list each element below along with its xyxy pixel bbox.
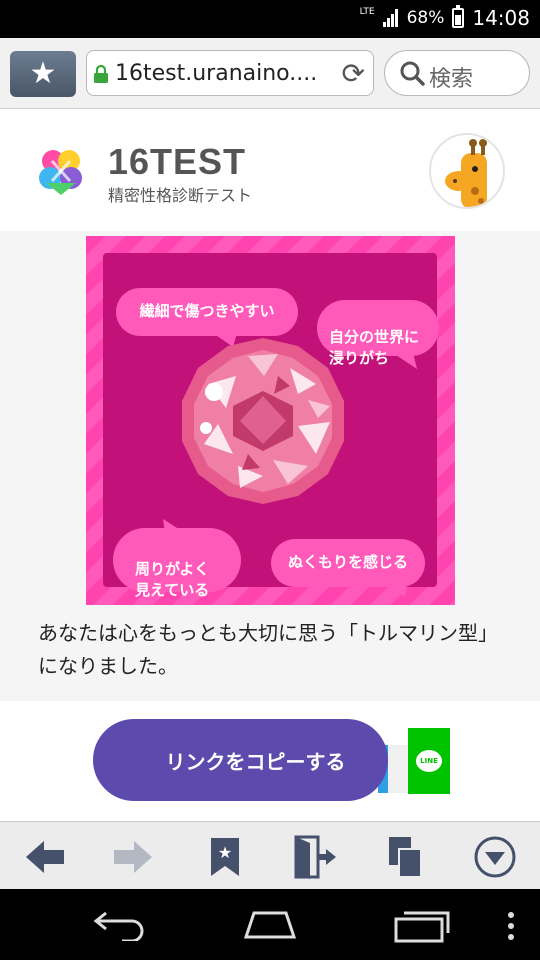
- trait-text-4: ぬくもりを感じる: [287, 553, 408, 571]
- site-title[interactable]: 16TEST: [108, 141, 246, 183]
- result-text: あなたは心をもっとも大切に思う「トルマリン型」になりました。: [38, 621, 498, 678]
- lock-icon: [94, 64, 108, 83]
- bookmark-star-button[interactable]: ★: [10, 51, 76, 97]
- svg-text:★: ★: [218, 843, 232, 862]
- url-text: 16test.uranaino....: [115, 61, 318, 86]
- result-content: 繊細で傷つきやすい 自分の世界に 浸りがち 周りがよく 見えている ぬくもりを感…: [0, 231, 540, 701]
- bookmark-icon: ★: [211, 838, 239, 876]
- signal-icon: [382, 9, 399, 27]
- line-icon: LINE: [416, 750, 442, 772]
- trait-bubble-1: 繊細で傷つきやすい: [116, 288, 298, 336]
- trait-bubble-3: 周りがよく 見えている: [113, 528, 241, 599]
- site-subtitle: 精密性格診断テスト: [108, 186, 253, 205]
- trait-bubble-4: ぬくもりを感じる: [271, 539, 425, 587]
- browser-bottom-bar: ★: [0, 821, 540, 890]
- home-icon[interactable]: [240, 907, 300, 941]
- result-image-panel: 繊細で傷つきやすい 自分の世界に 浸りがち 周りがよく 見えている ぬくもりを感…: [103, 253, 439, 599]
- exit-icon: [294, 835, 336, 879]
- copy-link-button[interactable]: リンクをコピーする: [93, 719, 388, 801]
- giraffe-icon: [445, 139, 487, 207]
- result-image: 繊細で傷つきやすい 自分の世界に 浸りがち 周りがよく 見えている ぬくもりを感…: [86, 236, 455, 605]
- back-icon[interactable]: [92, 907, 148, 941]
- battery-icon: [452, 5, 465, 28]
- site-header: 16TEST 精密性格診断テスト: [0, 109, 540, 231]
- exit-button[interactable]: [292, 834, 338, 880]
- site-logo[interactable]: [36, 147, 86, 197]
- status-bar: LTE 68% 14:08: [0, 0, 540, 38]
- menu-button[interactable]: [472, 834, 518, 880]
- share-area: LINE リンクをコピーする: [0, 701, 540, 821]
- forward-button[interactable]: [110, 834, 156, 880]
- tabs-button[interactable]: [382, 834, 428, 880]
- overflow-menu-icon[interactable]: [506, 911, 516, 941]
- system-nav-bar: [0, 889, 540, 960]
- giraffe-avatar[interactable]: [429, 133, 505, 209]
- recent-apps-icon[interactable]: [394, 907, 452, 943]
- back-arrow-icon: [26, 841, 64, 873]
- bubble-tail: [393, 353, 417, 369]
- bubble-tail: [163, 519, 185, 533]
- back-button[interactable]: [22, 834, 68, 880]
- browser-toolbar: ★ 16test.uranaino.... ⟳ 検索: [0, 38, 540, 109]
- star-icon: ★: [29, 56, 57, 91]
- menu-down-icon: [474, 836, 516, 878]
- url-bar[interactable]: 16test.uranaino.... ⟳: [86, 50, 374, 96]
- tourmaline-gem-icon: [182, 338, 344, 504]
- forward-arrow-icon: [114, 841, 152, 873]
- network-type: LTE: [359, 6, 375, 17]
- trait-text-3: 周りがよく 見えている: [135, 560, 210, 599]
- search-placeholder: 検索: [429, 67, 474, 92]
- share-button-partial[interactable]: [388, 745, 408, 793]
- refresh-icon[interactable]: ⟳: [342, 57, 365, 90]
- tabs-icon: [389, 837, 422, 878]
- search-icon: [400, 61, 425, 86]
- bookmarks-button[interactable]: ★: [202, 834, 248, 880]
- trait-text-1: 繊細で傷つきやすい: [139, 302, 275, 320]
- line-label: LINE: [420, 757, 438, 765]
- bubble-tail: [383, 583, 407, 597]
- battery-percent: 68%: [406, 8, 445, 28]
- search-box[interactable]: 検索: [384, 50, 530, 96]
- line-share-button[interactable]: LINE: [408, 728, 450, 794]
- clock: 14:08: [472, 6, 530, 30]
